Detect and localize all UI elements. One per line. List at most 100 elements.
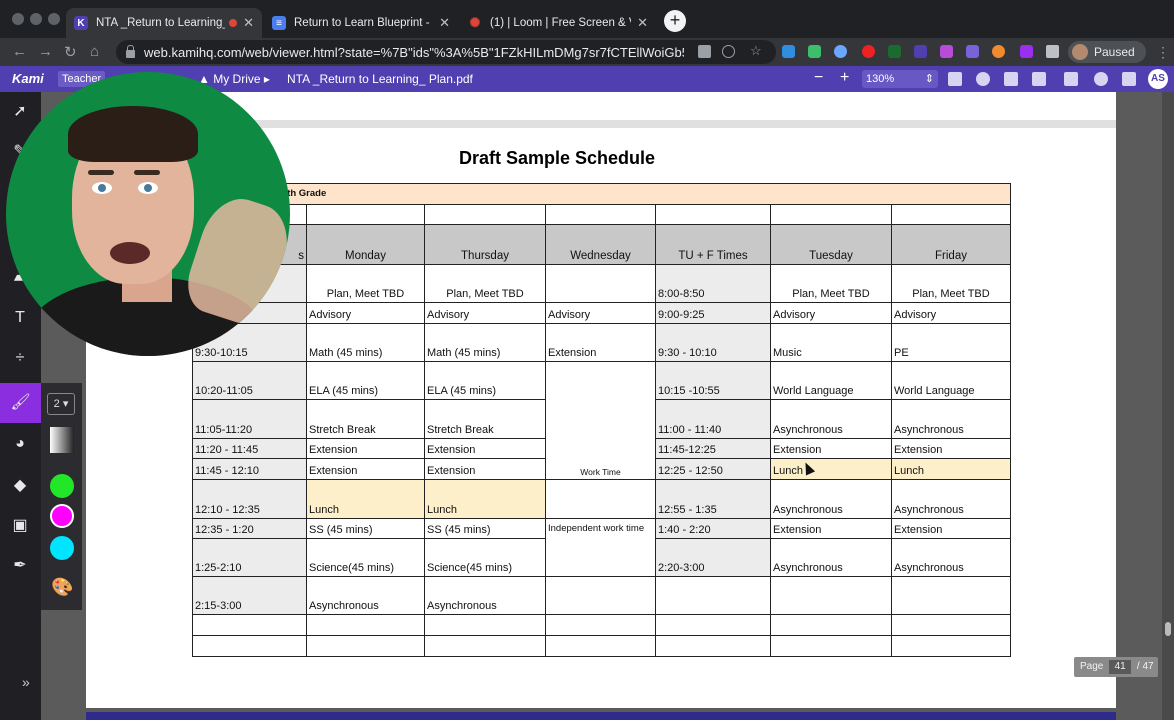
extension-2-icon[interactable] xyxy=(808,45,821,58)
table-cell: Extension xyxy=(424,438,546,459)
table-cell: Plan, Meet TBD xyxy=(891,264,1011,303)
extension-9-icon[interactable] xyxy=(992,45,1005,58)
table-cell: 12:35 - 1:20 xyxy=(192,518,307,539)
reload-icon[interactable]: ↻ xyxy=(64,43,77,61)
pen-size-select[interactable]: 2 ▾ xyxy=(47,393,75,415)
bookmark-star-icon[interactable]: ☆ xyxy=(750,43,763,58)
table-cell: Science(45 mins) xyxy=(306,538,425,577)
palette-icon[interactable]: 🎨 xyxy=(51,577,73,598)
table-row: 10:20-11:05 ELA (45 mins) ELA (45 mins) … xyxy=(192,361,1011,480)
table-cell: 11:05-11:20 xyxy=(192,399,307,439)
download-icon[interactable] xyxy=(1064,72,1078,86)
browser-menu-icon[interactable]: ⋮ xyxy=(1156,44,1170,61)
table-cell: ELA (45 mins) xyxy=(306,361,425,400)
drawing-tool-icon[interactable]: 🖌 xyxy=(0,383,41,423)
url-text: web.kamihq.com/web/viewer.html?state=%7B… xyxy=(144,44,684,60)
table-cell: Asynchronous xyxy=(770,479,892,519)
help-icon[interactable] xyxy=(1094,72,1108,86)
zoom-window-button[interactable] xyxy=(48,13,60,25)
work-time-cell: Work Time xyxy=(545,361,656,480)
scrollbar-thumb[interactable] xyxy=(1165,622,1171,636)
vertical-scrollbar[interactable] xyxy=(1162,92,1174,720)
expand-toolbar-icon[interactable]: » xyxy=(22,674,30,690)
breadcrumb-root-label: My Drive xyxy=(213,72,261,86)
close-tab-icon[interactable]: ✕ xyxy=(243,15,254,31)
home-icon[interactable]: ⌂ xyxy=(90,43,99,60)
close-tab-icon[interactable]: ✕ xyxy=(439,15,450,31)
record-extension-icon[interactable] xyxy=(862,45,875,58)
share-icon[interactable] xyxy=(976,72,990,86)
table-cell: 12:55 - 1:35 xyxy=(655,479,771,519)
page-label: Page xyxy=(1080,661,1104,672)
table-row: Advisory Advisory Advisory 9:00-9:25 Adv… xyxy=(192,302,1011,324)
zoom-select[interactable]: 130% ⇕ xyxy=(862,70,938,88)
print-icon[interactable] xyxy=(1004,72,1018,86)
table-cell: 11:45 - 12:10 xyxy=(192,458,307,480)
browser-tab-kami[interactable]: K NTA _Return to Learning_ P ✕ xyxy=(66,8,262,38)
minimize-window-button[interactable] xyxy=(30,13,42,25)
table-row: 2:15-3:00 Asynchronous Asynchronous xyxy=(192,576,1011,615)
table-cell: Advisory xyxy=(424,302,546,324)
image-tool-icon[interactable]: ▣ xyxy=(10,516,30,536)
extension-5-icon[interactable] xyxy=(888,45,901,58)
table-cell: Stretch Break xyxy=(306,399,425,439)
loom-icon: ✺ xyxy=(469,15,481,30)
save-icon[interactable] xyxy=(1032,72,1046,86)
text-tool-icon[interactable]: T xyxy=(10,308,30,328)
color-swatch-cyan[interactable] xyxy=(50,536,74,560)
table-cell: 1:25-2:10 xyxy=(192,538,307,577)
table-cell: Lunch xyxy=(770,458,892,480)
new-tab-button[interactable]: + xyxy=(664,10,686,32)
table-cell: 11:45-12:25 xyxy=(655,438,771,459)
drawing-options-panel: 2 ▾ 🎨 xyxy=(41,383,82,610)
select-tool-icon[interactable]: ➚ xyxy=(10,102,30,122)
extension-3-icon[interactable] xyxy=(834,45,847,58)
address-bar[interactable]: web.kamihq.com/web/viewer.html?state=%7B… xyxy=(116,40,776,64)
extension-1-icon[interactable] xyxy=(782,45,795,58)
shapes-tool-icon[interactable]: ◕ xyxy=(10,434,30,454)
color-swatch-green[interactable] xyxy=(50,474,74,498)
independent-work-cell: Independent work time xyxy=(545,518,656,577)
browser-tab-loom[interactable]: ✺ (1) | Loom | Free Screen & Vide ✕ xyxy=(460,8,656,38)
table-cell: 12:25 - 12:50 xyxy=(655,458,771,480)
camera-icon[interactable] xyxy=(698,45,711,58)
extension-7-icon[interactable] xyxy=(940,45,953,58)
zoom-out-icon[interactable]: − xyxy=(814,69,823,87)
recording-indicator-icon xyxy=(229,19,238,27)
table-cell: Extension xyxy=(424,458,546,480)
extension-10-icon[interactable] xyxy=(1020,45,1033,58)
extension-8-icon[interactable] xyxy=(966,45,979,58)
zoom-in-icon[interactable]: + xyxy=(840,69,849,87)
schedule-table: chedule Cohort A - 6th Grade s Monday Th… xyxy=(192,183,1011,657)
browser-tab-blueprint[interactable]: ≡ Return to Learn Blueprint - FIN ✕ xyxy=(264,8,458,38)
webcam-bubble[interactable] xyxy=(6,72,290,356)
profile-status: Paused xyxy=(1094,45,1135,59)
close-tab-icon[interactable]: ✕ xyxy=(637,15,648,31)
forward-icon[interactable]: → xyxy=(38,43,53,60)
profile-button[interactable]: Paused xyxy=(1068,41,1146,63)
table-row: Plan, Meet TBD Plan, Meet TBD 8:00-8:50 … xyxy=(192,264,1011,303)
extensions-puzzle-icon[interactable] xyxy=(1046,45,1059,58)
breadcrumb-my-drive[interactable]: ▲ My Drive ▸ xyxy=(198,72,270,86)
table-cell: Lunch xyxy=(891,458,1011,480)
plus-circle-icon[interactable] xyxy=(722,45,735,58)
open-folder-icon[interactable] xyxy=(948,72,962,86)
page-total: / 47 xyxy=(1136,661,1154,672)
page-number-input[interactable]: 41 xyxy=(1109,660,1132,674)
table-cell: Lunch xyxy=(424,479,546,519)
table-cell xyxy=(545,479,656,519)
browser-toolbar: ← → ↻ ⌂ web.kamihq.com/web/viewer.html?s… xyxy=(0,38,1174,66)
color-swatch-magenta[interactable] xyxy=(50,504,74,528)
table-cell: Asynchronous xyxy=(424,576,546,615)
close-window-button[interactable] xyxy=(12,13,24,25)
eraser-tool-icon[interactable]: ◆ xyxy=(10,476,30,496)
user-avatar[interactable]: AS xyxy=(1148,69,1168,89)
menu-icon[interactable] xyxy=(1122,72,1136,86)
webcam-person-brow xyxy=(134,170,160,175)
kami-extension-icon[interactable] xyxy=(914,45,927,58)
signature-tool-icon[interactable]: ✒ xyxy=(10,556,30,576)
header-friday: Friday xyxy=(891,224,1011,265)
table-cell: 2:15-3:00 xyxy=(192,576,307,615)
opacity-swatch[interactable] xyxy=(50,427,74,453)
back-icon[interactable]: ← xyxy=(12,43,27,60)
